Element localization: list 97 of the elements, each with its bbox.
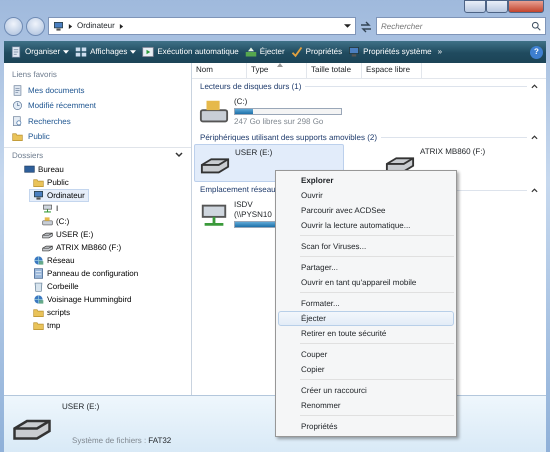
menu-item[interactable]: Ouvrir [278,188,454,203]
tree-item[interactable]: (C:) [38,215,74,228]
section-heading: Dossiers [11,150,44,162]
menu-item[interactable]: Renommer [278,398,454,413]
tree-item[interactable]: Voisinage Hummingbird [29,293,136,306]
hard-drive-icon [42,216,53,228]
computer-icon [53,20,64,32]
toolbar-button[interactable]: Affichages [72,44,140,60]
tree-item[interactable]: Réseau [29,254,79,268]
close-button[interactable] [508,0,544,13]
column-header[interactable]: Taille totale [307,63,362,78]
menu-item[interactable]: Scan for Viruses... [278,239,454,254]
details-value: FAT32 [148,436,172,446]
tree-item[interactable]: tmp [29,319,64,332]
favorite-link[interactable]: Recherches [4,114,79,130]
eject-icon [244,46,257,58]
search-icon [12,116,23,127]
toolbar-button[interactable]: Éjecter [242,44,288,60]
details-label: Système de fichiers : [72,436,146,446]
drive-name: (C:) [234,96,248,106]
drive-name: ATRIX MB860 (F:) [420,147,486,157]
collapse-icon[interactable] [531,188,538,193]
network-drive-icon [42,203,53,214]
computer-icon [33,190,44,202]
folder-icon [33,307,44,318]
chevron-icon [68,22,73,30]
folder-icon [33,320,44,332]
toolbar-button[interactable]: Propriétés système [345,44,435,60]
check-icon [290,46,303,58]
menu-item[interactable]: Ouvrir la lecture automatique... [278,218,454,233]
favorite-link[interactable]: Mes documents [4,82,92,98]
network-icon [33,294,44,306]
chevron-down-icon[interactable] [175,152,183,158]
tree-item[interactable]: Panneau de configuration [29,267,142,280]
drive-item[interactable]: (C:) 247 Go libres sur 298 Go [194,94,344,130]
drive-name: USER (E:) [235,148,272,158]
column-header[interactable]: Type [247,63,307,78]
toolbar-button[interactable]: Organiser [7,44,72,60]
views-icon [75,46,88,58]
breadcrumb[interactable]: Ordinateur [77,21,115,31]
tree-item[interactable]: Public [29,176,73,190]
tree-item[interactable]: Corbeille [29,280,83,294]
free-space-text: 247 Go libres sur 298 Go [234,117,324,127]
dropdown-arrow-icon[interactable] [344,24,351,28]
menu-item[interactable]: Parcourir avec ACDSee [278,203,454,218]
document-icon [10,46,22,58]
chevron-icon [118,22,124,30]
section-heading: Liens favoris [11,69,58,81]
column-header[interactable]: Nom [192,63,247,78]
refresh-icon[interactable] [359,19,373,33]
toolbar-button[interactable]: Exécution automatique [139,44,242,60]
menu-item[interactable]: Partager... [278,260,454,275]
recycle-bin-icon [33,281,44,292]
monitor-icon [24,164,35,176]
favorite-link[interactable]: Public [4,129,58,145]
menu-item[interactable]: Éjecter [278,311,454,326]
drive-path: (\\PYSN10 [234,210,272,220]
tree-item[interactable]: Bureau [20,163,68,176]
details-name: USER (E:) [62,402,100,412]
favorite-link[interactable]: Modifié récemment [4,98,104,114]
drive-name: ISDV [234,200,253,210]
forward-button[interactable] [26,16,45,36]
clock-icon [12,100,23,112]
menu-item[interactable]: Créer un raccourci [278,383,454,398]
back-button[interactable] [4,16,23,36]
tree-item[interactable]: scripts [29,306,74,320]
tree-item[interactable]: USER (E:) [38,228,98,242]
document-icon [12,84,23,96]
search-field[interactable]: Rechercher [376,17,546,35]
folder-icon [33,177,44,188]
more-button[interactable]: » [434,45,446,59]
maximize-button[interactable] [486,0,508,13]
menu-item[interactable]: Couper [278,347,454,362]
collapse-icon[interactable] [531,84,538,90]
tree-item[interactable]: Ordinateur [29,189,89,202]
menu-item[interactable]: Copier [278,362,454,377]
address-bar[interactable]: Ordinateur [48,17,356,35]
search-icon[interactable] [531,21,541,31]
control-panel-icon [33,268,44,280]
tree-item[interactable]: I [38,202,62,216]
tree-item[interactable]: ATRIX MB860 (F:) [38,241,126,254]
toolbar-button[interactable]: Propriétés [288,44,346,60]
group-heading: Emplacement réseau [200,185,276,195]
network-icon [33,255,44,266]
collapse-icon[interactable] [531,135,538,140]
help-button[interactable]: ? [530,46,543,58]
menu-item[interactable]: Ouvrir en tant qu'appareil mobile [278,275,454,290]
menu-item[interactable]: Retirer en toute sécurité [278,326,454,341]
menu-item[interactable]: Propriétés [278,419,454,434]
column-header[interactable]: Espace libre [362,63,422,78]
group-heading: Lecteurs de disques durs (1) [200,82,302,92]
minimize-button[interactable] [464,0,486,13]
computer-icon [348,46,360,58]
group-heading: Périphériques utilisant des supports amovibles (2) [200,132,377,142]
folder-icon [12,131,23,142]
play-icon [142,46,154,58]
menu-item[interactable]: Formater... [278,296,454,311]
